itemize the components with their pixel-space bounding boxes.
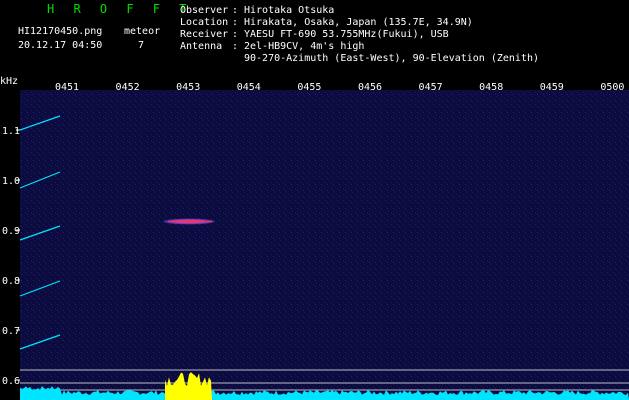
x-tick-label: 0451	[55, 82, 79, 93]
x-tick-label: 0500	[600, 82, 624, 93]
y-tick-label: 0.8	[2, 276, 20, 287]
antenna-direction-value: 90-270-Azimuth (East-West), 90-Elevation…	[244, 53, 540, 64]
location-value: Hirakata, Osaka, Japan (135.7E, 34.9N)	[244, 17, 473, 28]
antenna-sep: :	[232, 41, 239, 52]
receiver-label: Receiver	[180, 29, 229, 40]
app-title: H R O F F T	[47, 2, 193, 16]
meteor-label: meteor	[124, 26, 161, 37]
y-tick-label: 0.7	[2, 326, 20, 337]
spectrogram: 1.1 1.0 0.9 0.8 0.7 0.6 0451 0452 0453 0454 0455 0…	[0, 76, 629, 400]
x-tick-label: 0456	[358, 82, 382, 93]
antenna-label: Antenna	[180, 41, 229, 52]
filename-label: HI12170450.png	[18, 26, 103, 37]
observer-label: Observer	[180, 5, 229, 16]
receiver-sep: :	[232, 29, 239, 40]
header-panel: H R O F F T HI12170450.png 20.12.17 04:5…	[0, 0, 629, 72]
x-tick-label: 0453	[176, 82, 200, 93]
datetime-label: 20.12.17 04:50	[18, 40, 103, 51]
x-tick-label: 0458	[479, 82, 503, 93]
antenna-value: 2el-HB9CV, 4m's high	[244, 41, 365, 52]
location-sep: :	[232, 17, 239, 28]
spectrogram-background	[20, 90, 629, 400]
y-tick-label: 0.9	[2, 226, 20, 237]
meteor-count: 7	[138, 40, 145, 51]
x-tick-label: 0459	[540, 82, 564, 93]
y-tick-label: 1.1	[2, 126, 20, 137]
y-tick-label: 0.6	[2, 376, 20, 387]
x-tick-label: 0455	[297, 82, 321, 93]
y-axis-label: kHz	[0, 76, 18, 87]
meteor-echo	[163, 218, 215, 225]
y-axis: 1.1 1.0 0.9 0.8 0.7 0.6	[2, 126, 20, 387]
observer-sep: :	[232, 5, 239, 16]
observer-value: Hirotaka Otsuka	[244, 5, 335, 16]
receiver-value: YAESU FT-690 53.755MHz(Fukui), USB	[244, 29, 449, 40]
y-tick-label: 1.0	[2, 176, 20, 187]
x-tick-label: 0452	[116, 82, 140, 93]
x-tick-label: 0457	[419, 82, 443, 93]
x-tick-label: 0454	[237, 82, 261, 93]
location-label: Location	[180, 17, 229, 28]
